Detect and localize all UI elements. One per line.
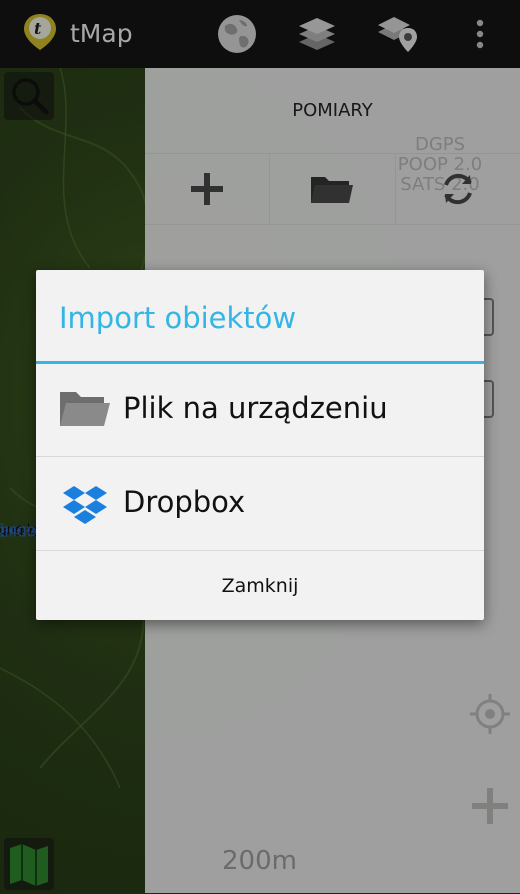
- import-objects-dialog: Import obiektów Plik na urządzeniu Dropb…: [36, 270, 484, 620]
- option-label: Dropbox: [123, 485, 246, 519]
- close-button[interactable]: Zamknij: [36, 552, 484, 620]
- folder-icon: [60, 392, 110, 426]
- dropbox-icon: [63, 486, 107, 524]
- import-from-dropbox-option[interactable]: Dropbox: [36, 458, 484, 551]
- option-label: Plik na urządzeniu: [123, 391, 388, 425]
- import-from-device-option[interactable]: Plik na urządzeniu: [36, 364, 484, 457]
- dialog-title: Import obiektów: [59, 301, 297, 335]
